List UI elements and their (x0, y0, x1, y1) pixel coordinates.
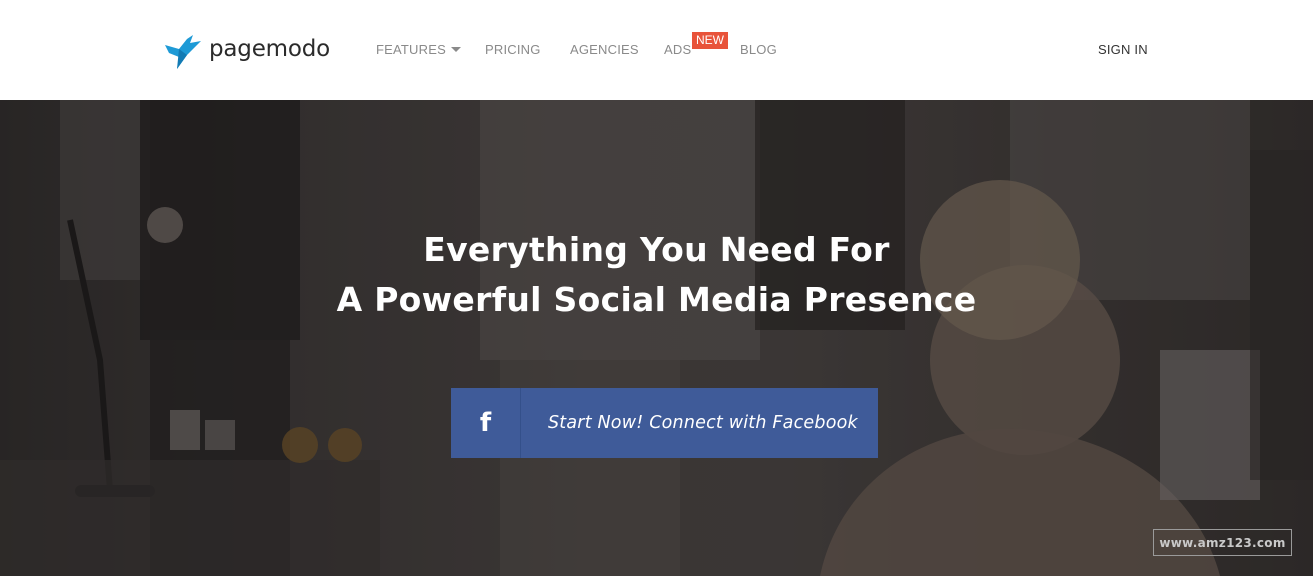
nav-features-label: FEATURES (376, 42, 446, 57)
nav-ads[interactable]: ADS (664, 42, 691, 57)
site-header: pagemodo FEATURES PRICING AGENCIES ADS N… (0, 0, 1313, 100)
hero-overlay (0, 100, 1313, 576)
sign-in-link[interactable]: SIGN IN (1098, 42, 1148, 57)
connect-facebook-button[interactable]: f Start Now! Connect with Facebook (451, 388, 878, 458)
new-badge: NEW (692, 32, 728, 49)
hero-headline-line2: A Powerful Social Media Presence (336, 280, 977, 319)
facebook-icon-box: f (451, 388, 521, 458)
watermark: www.amz123.com (1153, 529, 1292, 556)
caret-down-icon (450, 46, 461, 52)
hero-section: Everything You Need For A Powerful Socia… (0, 100, 1313, 576)
connect-facebook-label: Start Now! Connect with Facebook (548, 413, 858, 433)
bird-logo-icon (165, 35, 201, 69)
nav-blog[interactable]: BLOG (740, 42, 777, 57)
nav-pricing[interactable]: PRICING (485, 42, 541, 57)
hero-headline-line1: Everything You Need For (423, 230, 890, 269)
logo[interactable]: pagemodo (163, 30, 330, 72)
logo-text: pagemodo (209, 36, 330, 62)
nav-features[interactable]: FEATURES (376, 42, 461, 57)
nav-agencies[interactable]: AGENCIES (570, 42, 639, 57)
facebook-icon: f (479, 408, 492, 438)
